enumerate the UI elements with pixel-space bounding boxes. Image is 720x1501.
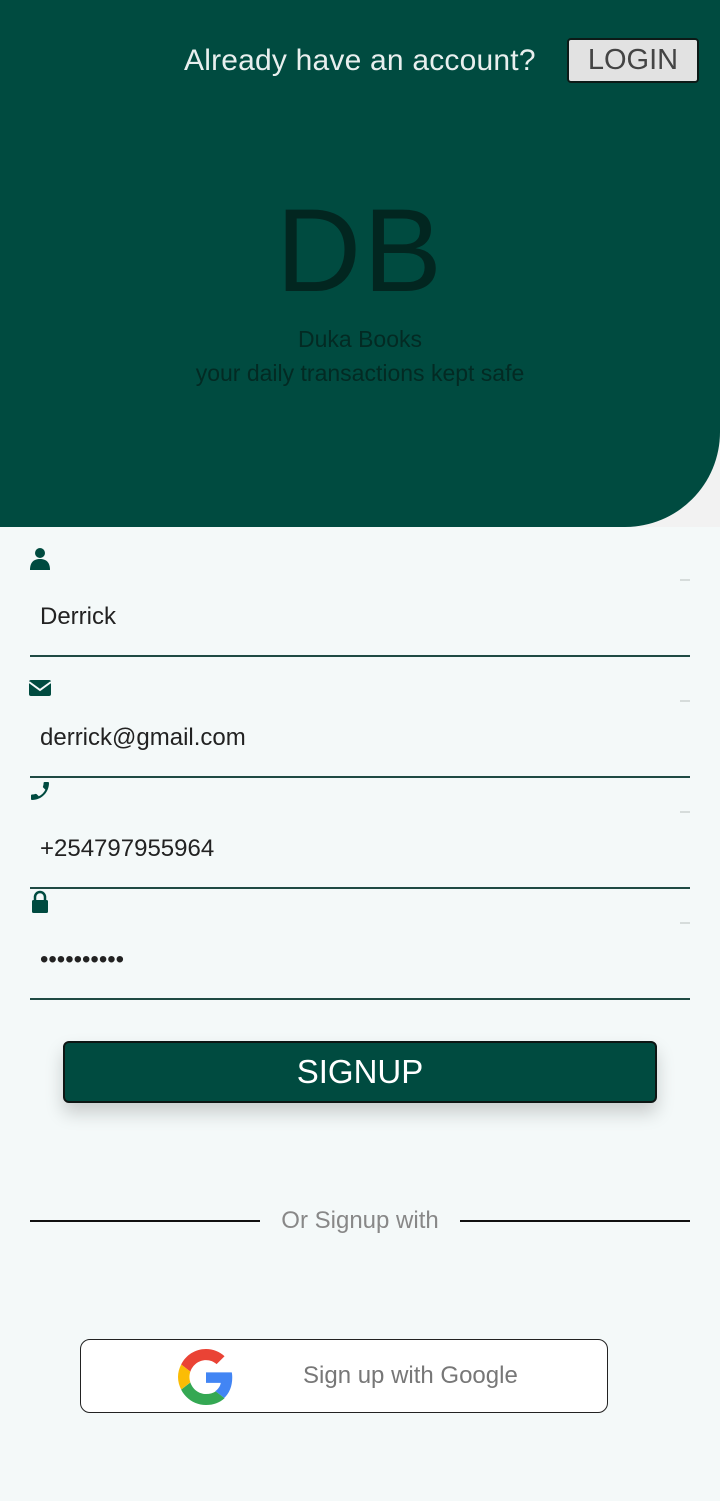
app-name: Duka Books (297, 326, 422, 352)
app-logo: DB (276, 185, 444, 317)
password-field-value: •••••••••• (40, 946, 125, 973)
already-account-text: Already have an account? (184, 44, 536, 77)
email-field[interactable]: derrick@gmail.com (30, 700, 690, 778)
name-field[interactable]: Derrick (30, 579, 690, 657)
user-icon (30, 548, 50, 570)
lock-icon (32, 890, 48, 913)
signup-button[interactable]: SIGNUP (63, 1041, 657, 1103)
google-signup-label: Sign up with Google (303, 1362, 518, 1389)
google-signup-button[interactable]: Sign up with Google (80, 1339, 608, 1413)
name-field-value: Derrick (40, 603, 116, 630)
divider-text: Or Signup with (281, 1207, 439, 1234)
header-banner: Already have an account? LOGIN DB Duka B… (0, 0, 720, 527)
phone-field-value: +254797955964 (40, 835, 215, 862)
phone-icon (31, 782, 49, 800)
divider-line-left (30, 1220, 260, 1222)
google-icon (178, 1349, 233, 1405)
login-button[interactable]: LOGIN (567, 38, 699, 83)
divider-line-right (460, 1220, 690, 1222)
phone-field[interactable]: +254797955964 (30, 811, 690, 889)
app-tagline: your daily transactions kept safe (195, 360, 525, 386)
password-field[interactable]: •••••••••• (30, 922, 690, 1000)
envelope-icon (28, 680, 52, 696)
email-field-value: derrick@gmail.com (40, 724, 246, 751)
